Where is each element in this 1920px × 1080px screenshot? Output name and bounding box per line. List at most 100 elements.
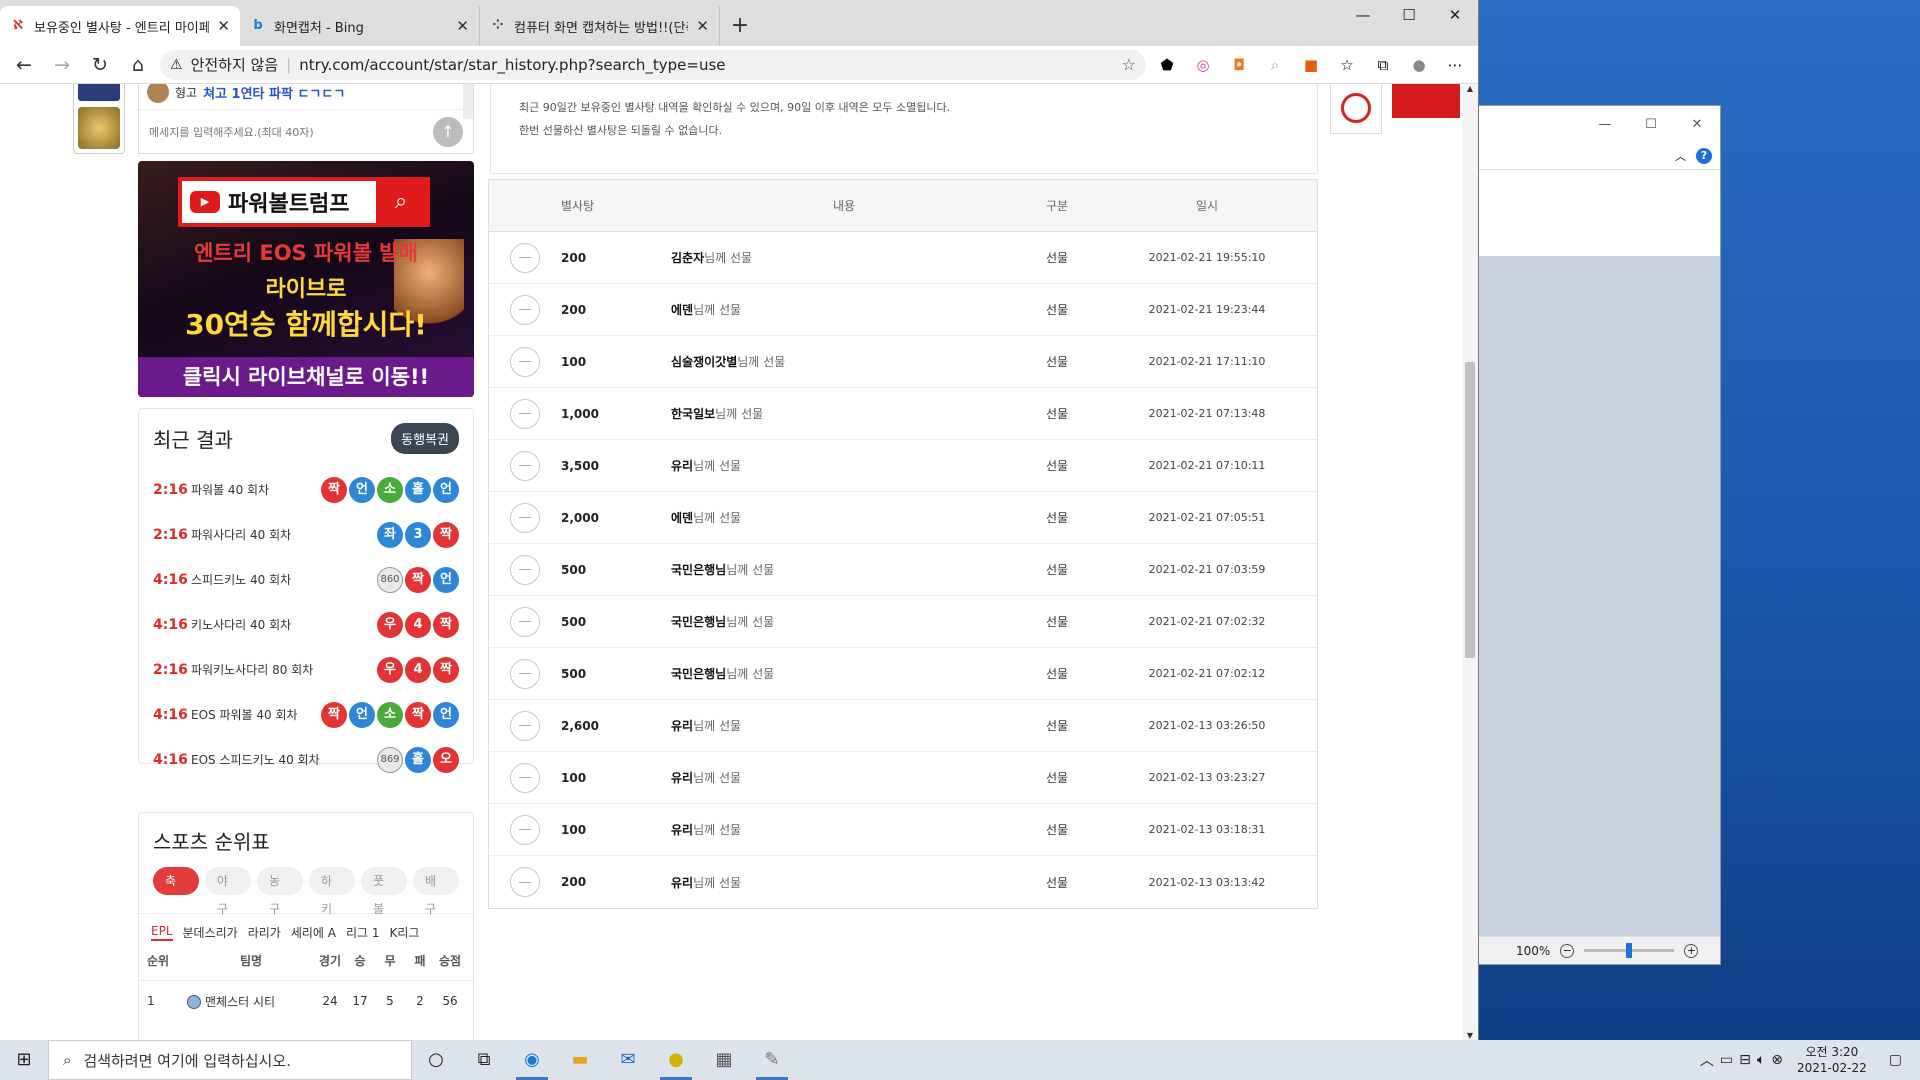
tab-bing[interactable]: b 화면캡처 - Bing ✕ (240, 6, 480, 46)
table-row[interactable]: 500 국민은행님님께 선물 선물 2021-02-21 07:02:12 (489, 648, 1317, 700)
table-row[interactable]: 100 유리님께 선물 선물 2021-02-13 03:23:27 (489, 752, 1317, 804)
calculator-icon[interactable]: ▦ (700, 1040, 748, 1080)
league-tab[interactable]: 라리가 (248, 924, 281, 941)
sport-tab[interactable]: 배구 (413, 867, 459, 916)
table-row[interactable]: 200 유리님께 선물 선물 2021-02-13 03:13:42 (489, 856, 1317, 908)
help-icon[interactable]: ? (1696, 147, 1712, 164)
mail-icon[interactable]: ✉ (604, 1040, 652, 1080)
side-ad-banner[interactable] (1392, 84, 1460, 118)
extension-instagram-icon[interactable]: ◘ (1224, 50, 1254, 80)
forward-icon[interactable]: → (46, 49, 78, 81)
sport-tab[interactable]: 풋볼 (361, 867, 407, 916)
select-radio[interactable] (510, 502, 540, 533)
extension-circle-icon[interactable]: ◎ (1188, 50, 1218, 80)
kakaotalk-icon[interactable]: ● (652, 1040, 700, 1080)
sport-tab[interactable]: 농구 (257, 867, 303, 916)
address-bar[interactable]: ⚠ 안전하지 않음 | ntry.com/account/star/star_h… (160, 49, 1146, 80)
zoom-slider[interactable] (1584, 943, 1675, 958)
table-row[interactable]: 100 심술쟁이갓별님께 선물 선물 2021-02-21 17:11:10 (489, 336, 1317, 388)
chevron-up-icon[interactable]: ︿ (1700, 1050, 1714, 1070)
collections-icon[interactable]: ⧉ (1368, 50, 1398, 80)
refresh-icon[interactable]: ↻ (84, 49, 116, 81)
chat-scrollbar[interactable] (463, 84, 473, 119)
select-radio[interactable] (510, 398, 540, 429)
new-tab-button[interactable]: + (720, 6, 760, 46)
league-tab[interactable]: K리그 (390, 924, 420, 941)
zoom-in-icon[interactable]: + (1684, 943, 1699, 958)
scrollbar-thumb[interactable] (1465, 362, 1475, 658)
send-arrow-icon[interactable]: ↑ (433, 116, 463, 147)
scroll-up-icon[interactable]: ▲ (1462, 84, 1478, 93)
tab-close-icon[interactable]: ✕ (217, 17, 230, 35)
select-radio[interactable] (510, 346, 540, 377)
result-row[interactable]: 4:16 키노사다리 40 회차 우 4 짝 (139, 602, 473, 647)
network-icon[interactable]: ⊟ (1739, 1052, 1751, 1068)
chat-placeholder[interactable]: 메세지를 입력해주세요.(최대 40자) (149, 124, 433, 140)
profile-avatar-icon[interactable]: ● (1404, 50, 1434, 80)
side-ad-icon[interactable] (1330, 84, 1382, 134)
table-row[interactable]: 3,500 유리님께 선물 선물 2021-02-21 07:10:11 (489, 440, 1317, 492)
display-icon[interactable]: ▭ (1720, 1052, 1733, 1068)
url-text[interactable]: ntry.com/account/star/star_history.php?s… (299, 56, 1113, 74)
thumbnail-image[interactable] (78, 107, 120, 149)
maximize-icon[interactable]: ☐ (1386, 0, 1432, 30)
league-tab[interactable]: EPL (151, 924, 173, 941)
result-row[interactable]: 4:16 EOS 파워볼 40 회차 짝 언 소 짝 언 (139, 692, 473, 737)
extension-box-icon[interactable]: ■ (1296, 50, 1326, 80)
ime-icon[interactable]: ⊗ (1771, 1052, 1783, 1068)
more-menu-icon[interactable]: ⋯ (1440, 50, 1470, 80)
table-row[interactable]: 2,600 유리님께 선물 선물 2021-02-13 03:26:50 (489, 700, 1317, 752)
page-scrollbar[interactable]: ▲ ▼ (1462, 84, 1478, 1040)
league-tab[interactable]: 분데스리가 (183, 924, 238, 941)
edge-icon[interactable]: ◉ (508, 1040, 556, 1080)
paint-icon[interactable]: ✎ (748, 1040, 796, 1080)
result-row[interactable]: 2:16 파워키노사다리 80 회차 우 4 짝 (139, 647, 473, 692)
result-row[interactable]: 2:16 파워사다리 40 회차 좌 3 짝 (139, 512, 473, 557)
select-radio[interactable] (510, 242, 540, 273)
table-row[interactable]: 2,000 에덴님께 선물 선물 2021-02-21 07:05:51 (489, 492, 1317, 544)
taskbar-search[interactable]: ⌕ 검색하려면 여기에 입력하십시오. (48, 1040, 412, 1080)
close-icon[interactable]: ✕ (1432, 0, 1478, 30)
league-tab[interactable]: 세리에 A (291, 924, 336, 941)
add-favorite-icon[interactable]: ☆ (1122, 55, 1136, 74)
table-row[interactable]: 500 국민은행님님께 선물 선물 2021-02-21 07:03:59 (489, 544, 1317, 596)
select-radio[interactable] (510, 450, 540, 481)
extension-search-icon[interactable]: ⌕ (1260, 50, 1290, 80)
select-radio[interactable] (510, 762, 540, 793)
result-row[interactable]: 4:16 스피드키노 40 회차 860 짝 언 (139, 557, 473, 602)
select-radio[interactable] (510, 658, 540, 689)
table-row[interactable]: 1,000 한국일보님께 선물 선물 2021-02-21 07:13:48 (489, 388, 1317, 440)
table-row[interactable]: 200 김춘자님께 선물 선물 2021-02-21 19:55:10 (489, 232, 1317, 284)
select-radio[interactable] (510, 294, 540, 325)
minimize-icon[interactable]: — (1340, 0, 1386, 30)
ad-banner[interactable]: ▶ 파워볼트럼프 ⌕ 엔트리 EOS 파워볼 발매 라이브로 30연승 함께합시… (138, 161, 474, 397)
file-explorer-icon[interactable]: ▬ (556, 1040, 604, 1080)
cortana-icon[interactable]: ○ (412, 1040, 460, 1080)
warning-icon[interactable]: ⚠ (170, 57, 183, 73)
banner-cta[interactable]: 클릭시 라이브채널로 이동!! (138, 357, 474, 397)
table-row[interactable]: 1 맨체스터 시티 24 17 5 2 56 (139, 981, 473, 1021)
background-window[interactable]: — ☐ ✕ ︿ ? 100% − + (1478, 106, 1720, 964)
chat-input[interactable]: 메세지를 입력해주세요.(최대 40자) ↑ (139, 109, 473, 153)
security-label[interactable]: 안전하지 않음 (191, 54, 279, 75)
close-icon[interactable]: ✕ (1674, 117, 1720, 132)
minimize-icon[interactable]: — (1582, 117, 1628, 132)
zoom-out-icon[interactable]: − (1560, 943, 1575, 958)
thumbnail-image[interactable] (78, 84, 120, 101)
sport-tab[interactable]: 야구 (205, 867, 251, 916)
tab-blog[interactable]: ⁘ 컴퓨터 화면 캡쳐하는 방법!!(단축 ✕ (480, 6, 720, 46)
back-icon[interactable]: ← (8, 49, 40, 81)
sport-tab[interactable]: 축구 (153, 867, 199, 916)
clock[interactable]: 오전 3:20 2021-02-22 (1789, 1044, 1875, 1076)
maximize-icon[interactable]: ☐ (1628, 117, 1674, 132)
search-placeholder[interactable]: 검색하려면 여기에 입력하십시오. (83, 1050, 291, 1071)
tab-close-icon[interactable]: ✕ (696, 17, 709, 35)
notification-icon[interactable]: ▢ (1881, 1052, 1910, 1068)
table-row[interactable]: 500 국민은행님님께 선물 선물 2021-02-21 07:02:32 (489, 596, 1317, 648)
home-icon[interactable]: ⌂ (122, 49, 154, 81)
scroll-down-icon[interactable]: ▼ (1462, 1031, 1478, 1040)
league-tab[interactable]: 리그 1 (346, 924, 380, 941)
favorites-icon[interactable]: ☆ (1332, 50, 1362, 80)
task-view-icon[interactable]: ⧉ (460, 1040, 508, 1080)
windows-start-icon[interactable]: ⊞ (0, 1040, 48, 1080)
